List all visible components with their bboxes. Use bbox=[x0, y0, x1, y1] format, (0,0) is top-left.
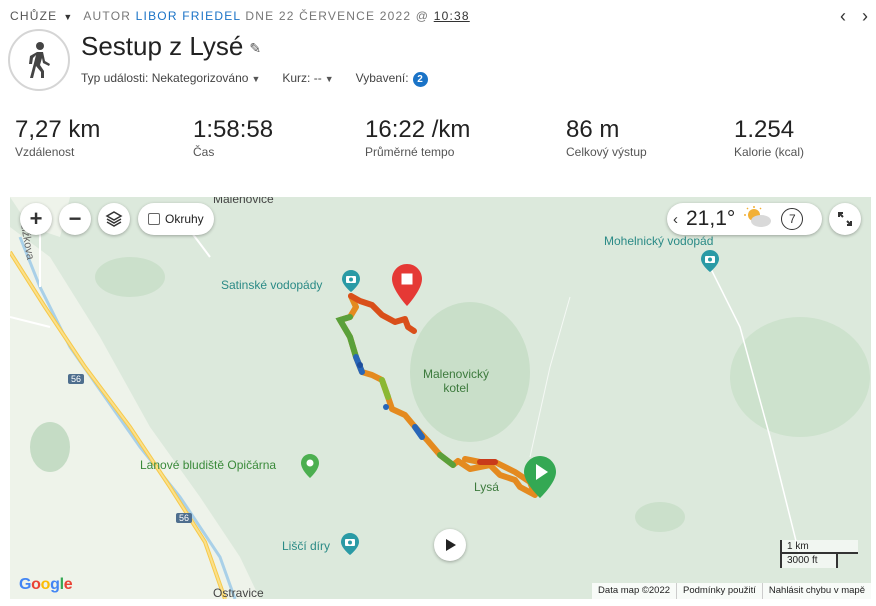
map-label-kotel-line1: Malenovický bbox=[423, 367, 490, 381]
camera-poi-icon[interactable] bbox=[701, 250, 719, 277]
activity-type[interactable]: CHŮZE bbox=[10, 9, 57, 23]
stat-pace: 16:22 /km Průměrné tempo bbox=[365, 116, 470, 159]
map-label-satinske[interactable]: Satinské vodopády bbox=[221, 278, 322, 292]
activity-title-text: Sestup z Lysé bbox=[81, 31, 244, 61]
stat-value: 7,27 km bbox=[15, 116, 101, 143]
chevron-down-icon: ▼ bbox=[324, 74, 334, 84]
activity-stats: 7,27 km Vzdálenost 1:58:58 Čas 16:22 /km… bbox=[15, 116, 875, 166]
map-label-bludiste[interactable]: Lanové bludiště Opičárna bbox=[140, 458, 276, 472]
map-label-kotel-line2: kotel bbox=[443, 381, 469, 395]
road-shield-56: 56 bbox=[68, 374, 85, 384]
map-label-mohelnicky[interactable]: Mohelnický vodopád bbox=[604, 234, 713, 248]
activity-meta: Typ události: Nekategorizováno ▼ Kurz: --… bbox=[81, 71, 428, 87]
author-link[interactable]: LIBOR FRIEDEL bbox=[136, 9, 241, 23]
wind-speed: 7 bbox=[781, 208, 804, 230]
map-label-lisci[interactable]: Liščí díry bbox=[282, 539, 330, 553]
stat-label: Celkový výstup bbox=[566, 145, 647, 159]
temperature: 21,1° bbox=[686, 207, 736, 230]
finish-marker-icon[interactable] bbox=[392, 264, 422, 311]
location-poi-icon[interactable] bbox=[301, 454, 319, 483]
stat-label: Průměrné tempo bbox=[365, 145, 455, 159]
stat-value: 86 m bbox=[566, 116, 620, 143]
expand-icon bbox=[838, 212, 852, 226]
map-scale: 1 km 3000 ft bbox=[780, 540, 858, 568]
event-type-selector[interactable]: Typ události: Nekategorizováno ▼ bbox=[81, 71, 260, 87]
map-label-ostravice: Ostravice bbox=[213, 586, 264, 599]
laps-checkbox[interactable] bbox=[148, 213, 160, 225]
report-error-link[interactable]: Nahlásit chybu v mapě bbox=[761, 583, 871, 599]
course-label: Kurz: bbox=[282, 71, 311, 85]
stat-calories: 1.254 Kalorie (kcal) bbox=[734, 116, 804, 159]
camera-poi-icon[interactable] bbox=[341, 533, 359, 560]
google-logo: Google bbox=[19, 576, 73, 593]
chevron-left-icon[interactable]: ‹ bbox=[673, 211, 678, 228]
scale-ft: 3000 ft bbox=[780, 554, 838, 568]
map-attribution: Data map ©2022 Podmínky použití Nahlásit… bbox=[592, 583, 871, 599]
date-text: DNE 22 ČERVENCE 2022 @ bbox=[245, 9, 430, 23]
zoom-in-button[interactable]: + bbox=[20, 203, 52, 235]
author-prefix: AUTOR bbox=[83, 9, 132, 23]
layers-button[interactable] bbox=[98, 203, 130, 235]
activity-navigation: ‹ › bbox=[840, 6, 868, 27]
start-marker-icon[interactable] bbox=[524, 456, 556, 503]
stat-label: Kalorie (kcal) bbox=[734, 145, 805, 159]
scale-km: 1 km bbox=[780, 540, 858, 554]
map-data-credit: Data map ©2022 bbox=[598, 585, 671, 596]
previous-activity-icon[interactable]: ‹ bbox=[840, 6, 846, 27]
gear-count-badge[interactable]: 2 bbox=[412, 72, 428, 87]
partly-cloudy-icon bbox=[743, 205, 773, 233]
time-link[interactable]: 10:38 bbox=[434, 9, 470, 23]
camera-poi-icon[interactable] bbox=[342, 270, 360, 297]
map-label-kotel: Malenovický kotel bbox=[423, 367, 489, 395]
event-type-value: Nekategorizováno bbox=[151, 71, 249, 85]
play-icon bbox=[446, 539, 456, 551]
stat-value: 1.254 bbox=[734, 116, 795, 143]
stat-label: Čas bbox=[193, 145, 215, 159]
walking-icon bbox=[8, 29, 70, 91]
laps-toggle[interactable]: Okruhy bbox=[138, 203, 214, 235]
chevron-down-icon: ▼ bbox=[251, 74, 261, 84]
course-selector[interactable]: Kurz: -- ▼ bbox=[282, 71, 333, 87]
activity-header-line: CHŮZE ▼ AUTOR LIBOR FRIEDEL DNE 22 ČERVEN… bbox=[10, 9, 470, 23]
weather-widget[interactable]: ‹ 21,1° 7 bbox=[667, 203, 822, 235]
stat-label: Vzdálenost bbox=[15, 145, 75, 159]
stat-value: 16:22 /km bbox=[365, 116, 471, 143]
terms-link[interactable]: Podmínky použití bbox=[676, 583, 762, 599]
stat-value: 1:58:58 bbox=[193, 116, 274, 143]
laps-label: Okruhy bbox=[165, 212, 204, 226]
edit-pencil-icon[interactable]: ✎ bbox=[249, 40, 261, 56]
stat-distance: 7,27 km Vzdálenost bbox=[15, 116, 100, 159]
event-type-label: Typ události: bbox=[81, 71, 149, 85]
activity-title[interactable]: Sestup z Lysé ✎ bbox=[81, 31, 261, 62]
activity-type-dropdown-icon[interactable]: ▼ bbox=[63, 12, 73, 22]
stat-ascent: 86 m Celkový výstup bbox=[566, 116, 647, 159]
map-label-malenovice: Malenovice bbox=[213, 197, 274, 206]
zoom-out-button[interactable]: − bbox=[59, 203, 91, 235]
play-button[interactable] bbox=[434, 529, 466, 561]
gear-label: Vybavení: bbox=[355, 71, 409, 85]
map-label-lysa: Lysá bbox=[474, 480, 499, 494]
fullscreen-button[interactable] bbox=[829, 203, 861, 235]
layers-icon bbox=[105, 211, 123, 227]
gear-selector[interactable]: Vybavení: 2 bbox=[356, 71, 428, 87]
course-value: -- bbox=[313, 71, 322, 85]
stat-time: 1:58:58 Čas bbox=[193, 116, 273, 159]
next-activity-icon[interactable]: › bbox=[862, 6, 868, 27]
road-shield-56: 56 bbox=[176, 513, 193, 523]
activity-map[interactable]: Malenovice Žižkova Satinské vodopády Moh… bbox=[10, 197, 871, 599]
